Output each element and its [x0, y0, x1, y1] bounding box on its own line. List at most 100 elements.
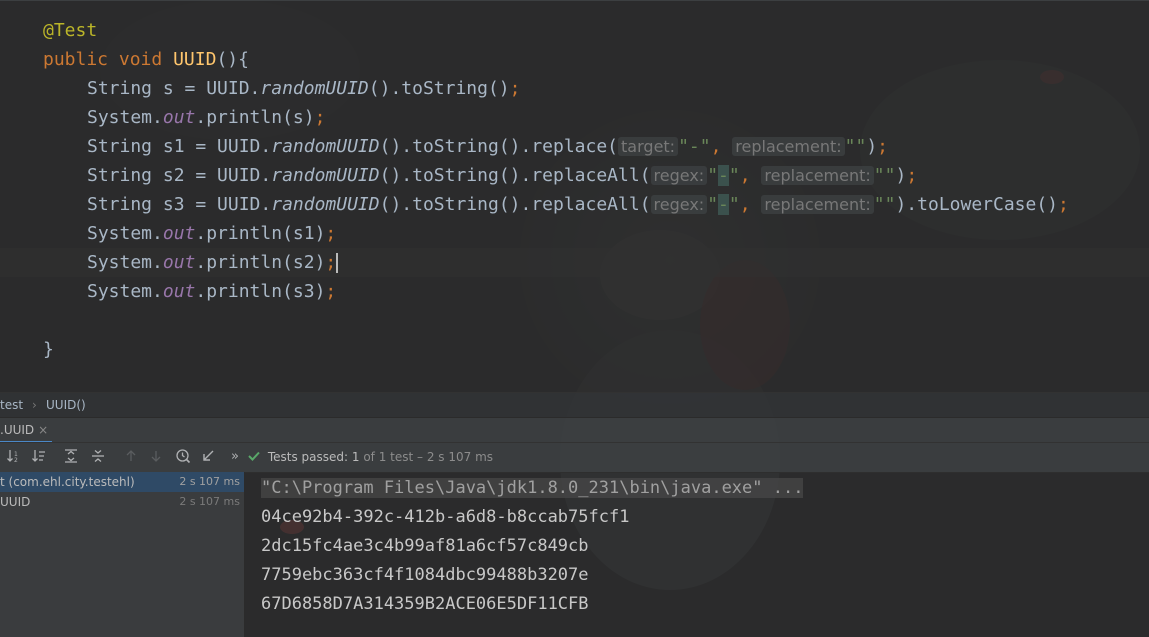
status-rest: of 1 test – 2 s 107 ms: [363, 450, 494, 464]
static-call: randomUUID: [271, 194, 380, 215]
code-text: String s1 = UUID.: [87, 136, 272, 157]
console-line: 04ce92b4-392c-412b-a6d8-b8ccab75fcf1: [261, 507, 630, 527]
run-tab-bar: .UUID ×: [0, 417, 1149, 443]
code-text: .println(s2): [195, 252, 326, 273]
parameter-hint: replacement:: [761, 166, 874, 185]
string-literal: ": [728, 194, 740, 215]
more-icon[interactable]: »: [226, 448, 244, 466]
sort-alpha-icon[interactable]: 12: [5, 448, 23, 466]
code-line-9: System.out.println(s2);: [0, 248, 1149, 277]
code-text: System.: [87, 281, 163, 302]
prev-failed-icon[interactable]: [122, 448, 140, 466]
code-text: .println(s3): [195, 281, 326, 302]
parameter-hint: replacement:: [732, 137, 845, 156]
comma: ,: [739, 194, 751, 215]
method-name: UUID: [173, 49, 217, 70]
annotation-test: @Test: [43, 20, 98, 41]
code-text: System.: [87, 107, 163, 128]
code-text: ().toString().replace(: [379, 136, 619, 157]
tree-row-duration: 2 s 107 ms: [179, 475, 240, 488]
string-literal: "": [873, 194, 896, 215]
import-tests-icon[interactable]: [199, 448, 217, 466]
keyword-void: void: [118, 49, 163, 70]
code-text: .println(s1): [195, 223, 326, 244]
code-text: ): [895, 165, 907, 186]
static-call: randomUUID: [271, 136, 380, 157]
static-call: randomUUID: [260, 78, 369, 99]
code-text: ().toString(): [368, 78, 510, 99]
parameter-hint: regex:: [650, 195, 708, 214]
test-tree: t (com.ehl.city.testehl) 2 s 107 ms UUID…: [0, 472, 245, 637]
code-text: .println(s): [195, 107, 315, 128]
code-text: System.: [87, 223, 163, 244]
semicolon: ;: [877, 136, 889, 157]
parameter-hint: replacement:: [761, 195, 874, 214]
console-line: 67D6858D7A314359B2ACE06E5DF11CFB: [261, 594, 589, 614]
code-text: ().toString().replaceAll(: [379, 165, 651, 186]
string-literal: ": [707, 194, 719, 215]
console-output[interactable]: "C:\Program Files\Java\jdk1.8.0_231\bin\…: [245, 472, 1149, 637]
string-literal: "-": [678, 136, 711, 157]
breadcrumb-method[interactable]: UUID(): [46, 393, 86, 417]
breadcrumb: test › UUID(): [0, 392, 1149, 417]
method-paren: (){: [216, 49, 249, 70]
regex-highlight: -: [718, 165, 729, 186]
code-line-5: String s1 = UUID.randomUUID().toString()…: [0, 132, 1149, 161]
tree-row-duration: 2 s 107 ms: [179, 495, 240, 508]
string-literal: ": [728, 165, 740, 186]
code-line-10: System.out.println(s3);: [0, 277, 1149, 306]
semicolon: ;: [509, 78, 521, 99]
semicolon: ;: [1058, 194, 1069, 215]
comma: ,: [710, 136, 722, 157]
sort-duration-icon[interactable]: [30, 448, 48, 466]
static-field: out: [162, 252, 196, 273]
keyword-public: public: [43, 49, 109, 70]
code-text: String s3 = UUID.: [87, 194, 272, 215]
test-runner-toolbar: 12 » Tests passed: 1 of 1 test – 2 s 107…: [0, 442, 1149, 473]
code-line-12: }: [0, 335, 1149, 364]
breadcrumb-class[interactable]: test: [0, 393, 23, 417]
status-count: 1: [351, 450, 360, 464]
console-command-text: "C:\Program Files\Java\jdk1.8.0_231\bin\…: [261, 478, 804, 498]
static-call: randomUUID: [271, 165, 380, 186]
tree-row-label: UUID: [0, 495, 31, 509]
semicolon: ;: [906, 165, 918, 186]
comma: ,: [739, 165, 751, 186]
tree-row-method[interactable]: UUID 2 s 107 ms: [0, 492, 244, 512]
check-icon: [248, 450, 264, 464]
code-line-6: String s2 = UUID.randomUUID().toString()…: [0, 161, 1149, 190]
code-line-4: System.out.println(s);: [0, 103, 1149, 132]
code-line-1: @Test: [0, 16, 1149, 45]
run-tab-label: .UUID: [0, 423, 35, 437]
tree-row-label: t (com.ehl.city.testehl): [0, 475, 135, 489]
closing-brace: }: [43, 339, 54, 360]
code-line-7: String s3 = UUID.randomUUID().toString()…: [0, 190, 1149, 219]
static-field: out: [162, 281, 196, 302]
semicolon: ;: [325, 281, 337, 302]
run-tab-uuid[interactable]: .UUID ×: [0, 418, 53, 443]
code-line-2: public void UUID(){: [0, 45, 1149, 74]
expand-all-icon[interactable]: [62, 448, 80, 466]
breadcrumb-separator: ›: [32, 398, 37, 412]
code-line-3: String s = UUID.randomUUID().toString();: [0, 74, 1149, 103]
semicolon: ;: [314, 107, 326, 128]
next-failed-icon[interactable]: [147, 448, 165, 466]
collapse-all-icon[interactable]: [89, 448, 107, 466]
console-line: 2dc15fc4ae3c4b99af81a6cf57c849cb: [261, 536, 589, 556]
code-text: String s = UUID.: [87, 78, 261, 99]
semicolon: ;: [325, 252, 337, 273]
text-caret: [336, 253, 339, 273]
code-text: ): [866, 136, 878, 157]
console-line: 7759ebc363cf4f1084dbc99488b3207e: [261, 565, 589, 585]
code-text: ().toString().replaceAll(: [379, 194, 651, 215]
code-line-8: System.out.println(s1);: [0, 219, 1149, 248]
tree-row-class[interactable]: t (com.ehl.city.testehl) 2 s 107 ms: [0, 472, 244, 492]
parameter-hint: target:: [618, 137, 679, 156]
code-text: String s2 = UUID.: [87, 165, 272, 186]
code-text: ).toLowerCase(): [895, 194, 1059, 215]
test-history-icon[interactable]: [174, 448, 192, 466]
code-editor[interactable]: @Test public void UUID(){ String s = UUI…: [0, 0, 1149, 393]
console-command: "C:\Program Files\Java\jdk1.8.0_231\bin\…: [261, 474, 804, 503]
close-icon[interactable]: ×: [38, 423, 48, 437]
svg-text:2: 2: [14, 457, 18, 464]
